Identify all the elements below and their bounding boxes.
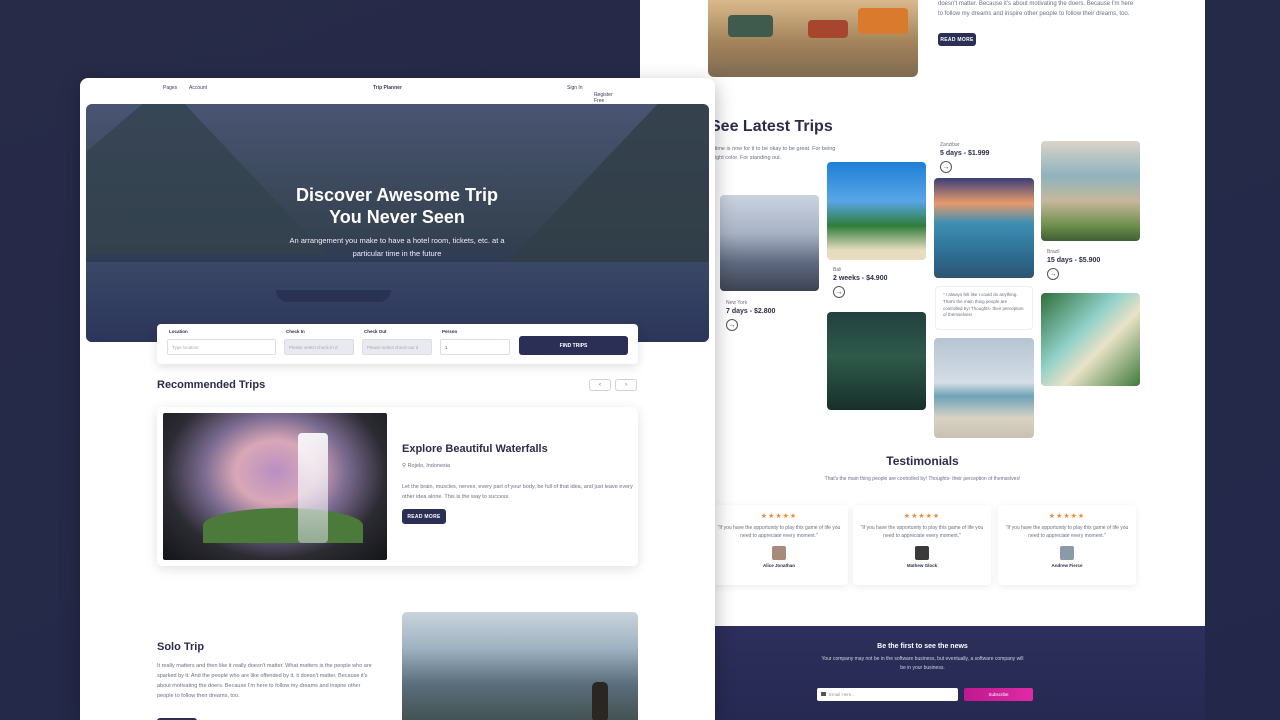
hero-title-line2: You Never Seen xyxy=(329,207,465,227)
mail-icon xyxy=(821,692,826,696)
read-more-button[interactable]: READ MORE xyxy=(402,509,446,524)
back-page: doesn't matter. Because it's about motiv… xyxy=(640,0,1205,720)
vans-camping-photo xyxy=(708,0,918,77)
back-read-more-button[interactable]: READ MORE xyxy=(938,33,976,46)
person-label: Person xyxy=(442,329,458,334)
trip-price-new-york: 7 days - $2.800 xyxy=(726,308,776,315)
arrow-right-icon: → xyxy=(594,92,599,98)
trip-price-zanzibar: 5 days - $1.999 xyxy=(940,150,990,157)
back-top-text: doesn't matter. Because it's about motiv… xyxy=(938,1,1134,17)
new-york-photo[interactable] xyxy=(720,195,819,291)
location-text: Rojelo, Indonesia xyxy=(407,463,451,469)
sailboat-beach-photo[interactable] xyxy=(934,338,1034,438)
arrow-right-icon[interactable]: → xyxy=(940,161,952,173)
avatar xyxy=(772,546,786,560)
trip-price-brazil: 15 days - $5.900 xyxy=(1047,257,1101,264)
hero-banner: Discover Awesome Trip You Never Seen An a… xyxy=(86,104,709,342)
testimonial-name: Alice Jonathan xyxy=(762,563,795,568)
trip-place-new-york: New York xyxy=(726,300,748,306)
front-page: Pages Account Trip Planner Sign In Regis… xyxy=(80,78,715,720)
testimonial-quote: "If you have the opportunity to play thi… xyxy=(717,525,841,539)
checkin-label: Check In xyxy=(286,329,305,334)
location-input[interactable]: Type location xyxy=(167,339,276,355)
trip-search-bar: Location Type location Check In Please s… xyxy=(157,324,638,364)
find-trips-button[interactable]: FIND TRIPS xyxy=(519,336,628,355)
star-rating-icon: ★★★★★ xyxy=(1048,513,1086,520)
checkout-input[interactable]: Please select check-out d xyxy=(362,339,432,355)
hero-title-line1: Discover Awesome Trip xyxy=(295,185,499,205)
recommended-title: Recommended Trips xyxy=(157,379,266,391)
checkout-label: Check Out xyxy=(364,329,387,334)
star-rating-icon: ★★★★★ xyxy=(760,513,798,520)
arrow-right-icon[interactable]: → xyxy=(726,319,738,331)
jungle-house-photo[interactable] xyxy=(827,312,926,410)
testimonial-quote: "If you have the opportunity to play thi… xyxy=(1005,525,1129,539)
testimonial-card: ★★★★★ "If you have the opportunity to pl… xyxy=(998,505,1136,585)
testimonial-name: Mathew Glock xyxy=(906,563,938,568)
trip-price-bali: 2 weeks - $4.900 xyxy=(833,275,888,282)
latest-trips-subtitle: e time is now for it to be okay to be gr… xyxy=(710,146,836,161)
mountain-hiker-photo[interactable] xyxy=(402,612,638,720)
nav-pages-link[interactable]: Pages xyxy=(163,85,177,91)
next-button[interactable]: › xyxy=(615,379,637,391)
bali-photo[interactable] xyxy=(827,162,926,260)
trip-card-location: ⚲ Rojelo, Indonesia xyxy=(402,463,450,469)
tropical-bay-photo[interactable] xyxy=(1041,293,1140,386)
recommended-trip-card: Explore Beautiful Waterfalls ⚲ Rojelo, I… xyxy=(157,407,638,566)
trip-place-bali: Bali xyxy=(833,267,842,273)
brand-logo[interactable]: Trip Planner xyxy=(373,85,402,91)
testimonial-name: Andrew Fierce xyxy=(1051,563,1083,568)
email-field[interactable]: Email Here... xyxy=(817,688,958,701)
checkin-input[interactable]: Please select check-in d xyxy=(284,339,354,355)
zanzibar-sea-photo[interactable] xyxy=(934,178,1034,278)
waterfall-photo[interactable] xyxy=(163,413,387,560)
testimonial-card: ★★★★★ "If you have the opportunity to pl… xyxy=(853,505,991,585)
avatar xyxy=(1060,546,1074,560)
solo-trip-description: It really matters and then like it reall… xyxy=(157,663,372,699)
testimonial-card: ★★★★★ "If you have the opportunity to pl… xyxy=(710,505,848,585)
top-nav: Pages Account Trip Planner Sign In Regis… xyxy=(80,78,715,104)
nav-account-link[interactable]: Account xyxy=(189,85,207,91)
quote-card: " I always felt like I could do anything… xyxy=(935,286,1033,330)
star-rating-icon: ★★★★★ xyxy=(903,513,941,520)
hero-subtitle: An arrangement you make to have a hotel … xyxy=(289,236,505,258)
newsletter-section: Be the first to see the news Your compan… xyxy=(640,626,1205,720)
subscribe-button[interactable]: Subscribe xyxy=(964,688,1033,701)
arrow-right-icon[interactable]: → xyxy=(833,286,845,298)
arrow-right-icon[interactable]: → xyxy=(1047,268,1059,280)
avatar xyxy=(915,546,929,560)
newsletter-title: Be the first to see the news xyxy=(877,643,968,650)
location-label: Location xyxy=(169,329,188,334)
person-input[interactable]: 1 xyxy=(440,339,510,355)
trip-place-zanzibar: Zanzibar xyxy=(940,142,960,148)
hero-title: Discover Awesome Trip You Never Seen xyxy=(246,184,548,228)
solo-trip-title: Solo Trip xyxy=(157,641,205,653)
location-pin-icon: ⚲ xyxy=(402,463,407,469)
trip-place-brazil: Brazil xyxy=(1047,249,1060,255)
sign-in-link[interactable]: Sign In xyxy=(567,85,583,91)
testimonials-subtitle: That's the main thing people are control… xyxy=(824,476,1021,482)
email-placeholder: Email Here... xyxy=(829,692,856,697)
brazil-coast-photo[interactable] xyxy=(1041,141,1140,241)
trip-card-title: Explore Beautiful Waterfalls xyxy=(402,443,548,455)
prev-button[interactable]: ‹ xyxy=(589,379,611,391)
testimonial-quote: "If you have the opportunity to play thi… xyxy=(860,525,984,539)
latest-trips-title: See Latest Trips xyxy=(710,118,833,135)
newsletter-subtitle: Your company may not be in the software … xyxy=(821,656,1024,671)
testimonials-title: Testimonials xyxy=(886,454,959,468)
trip-card-description: Let the brain, muscles, nerves, every pa… xyxy=(402,484,633,500)
